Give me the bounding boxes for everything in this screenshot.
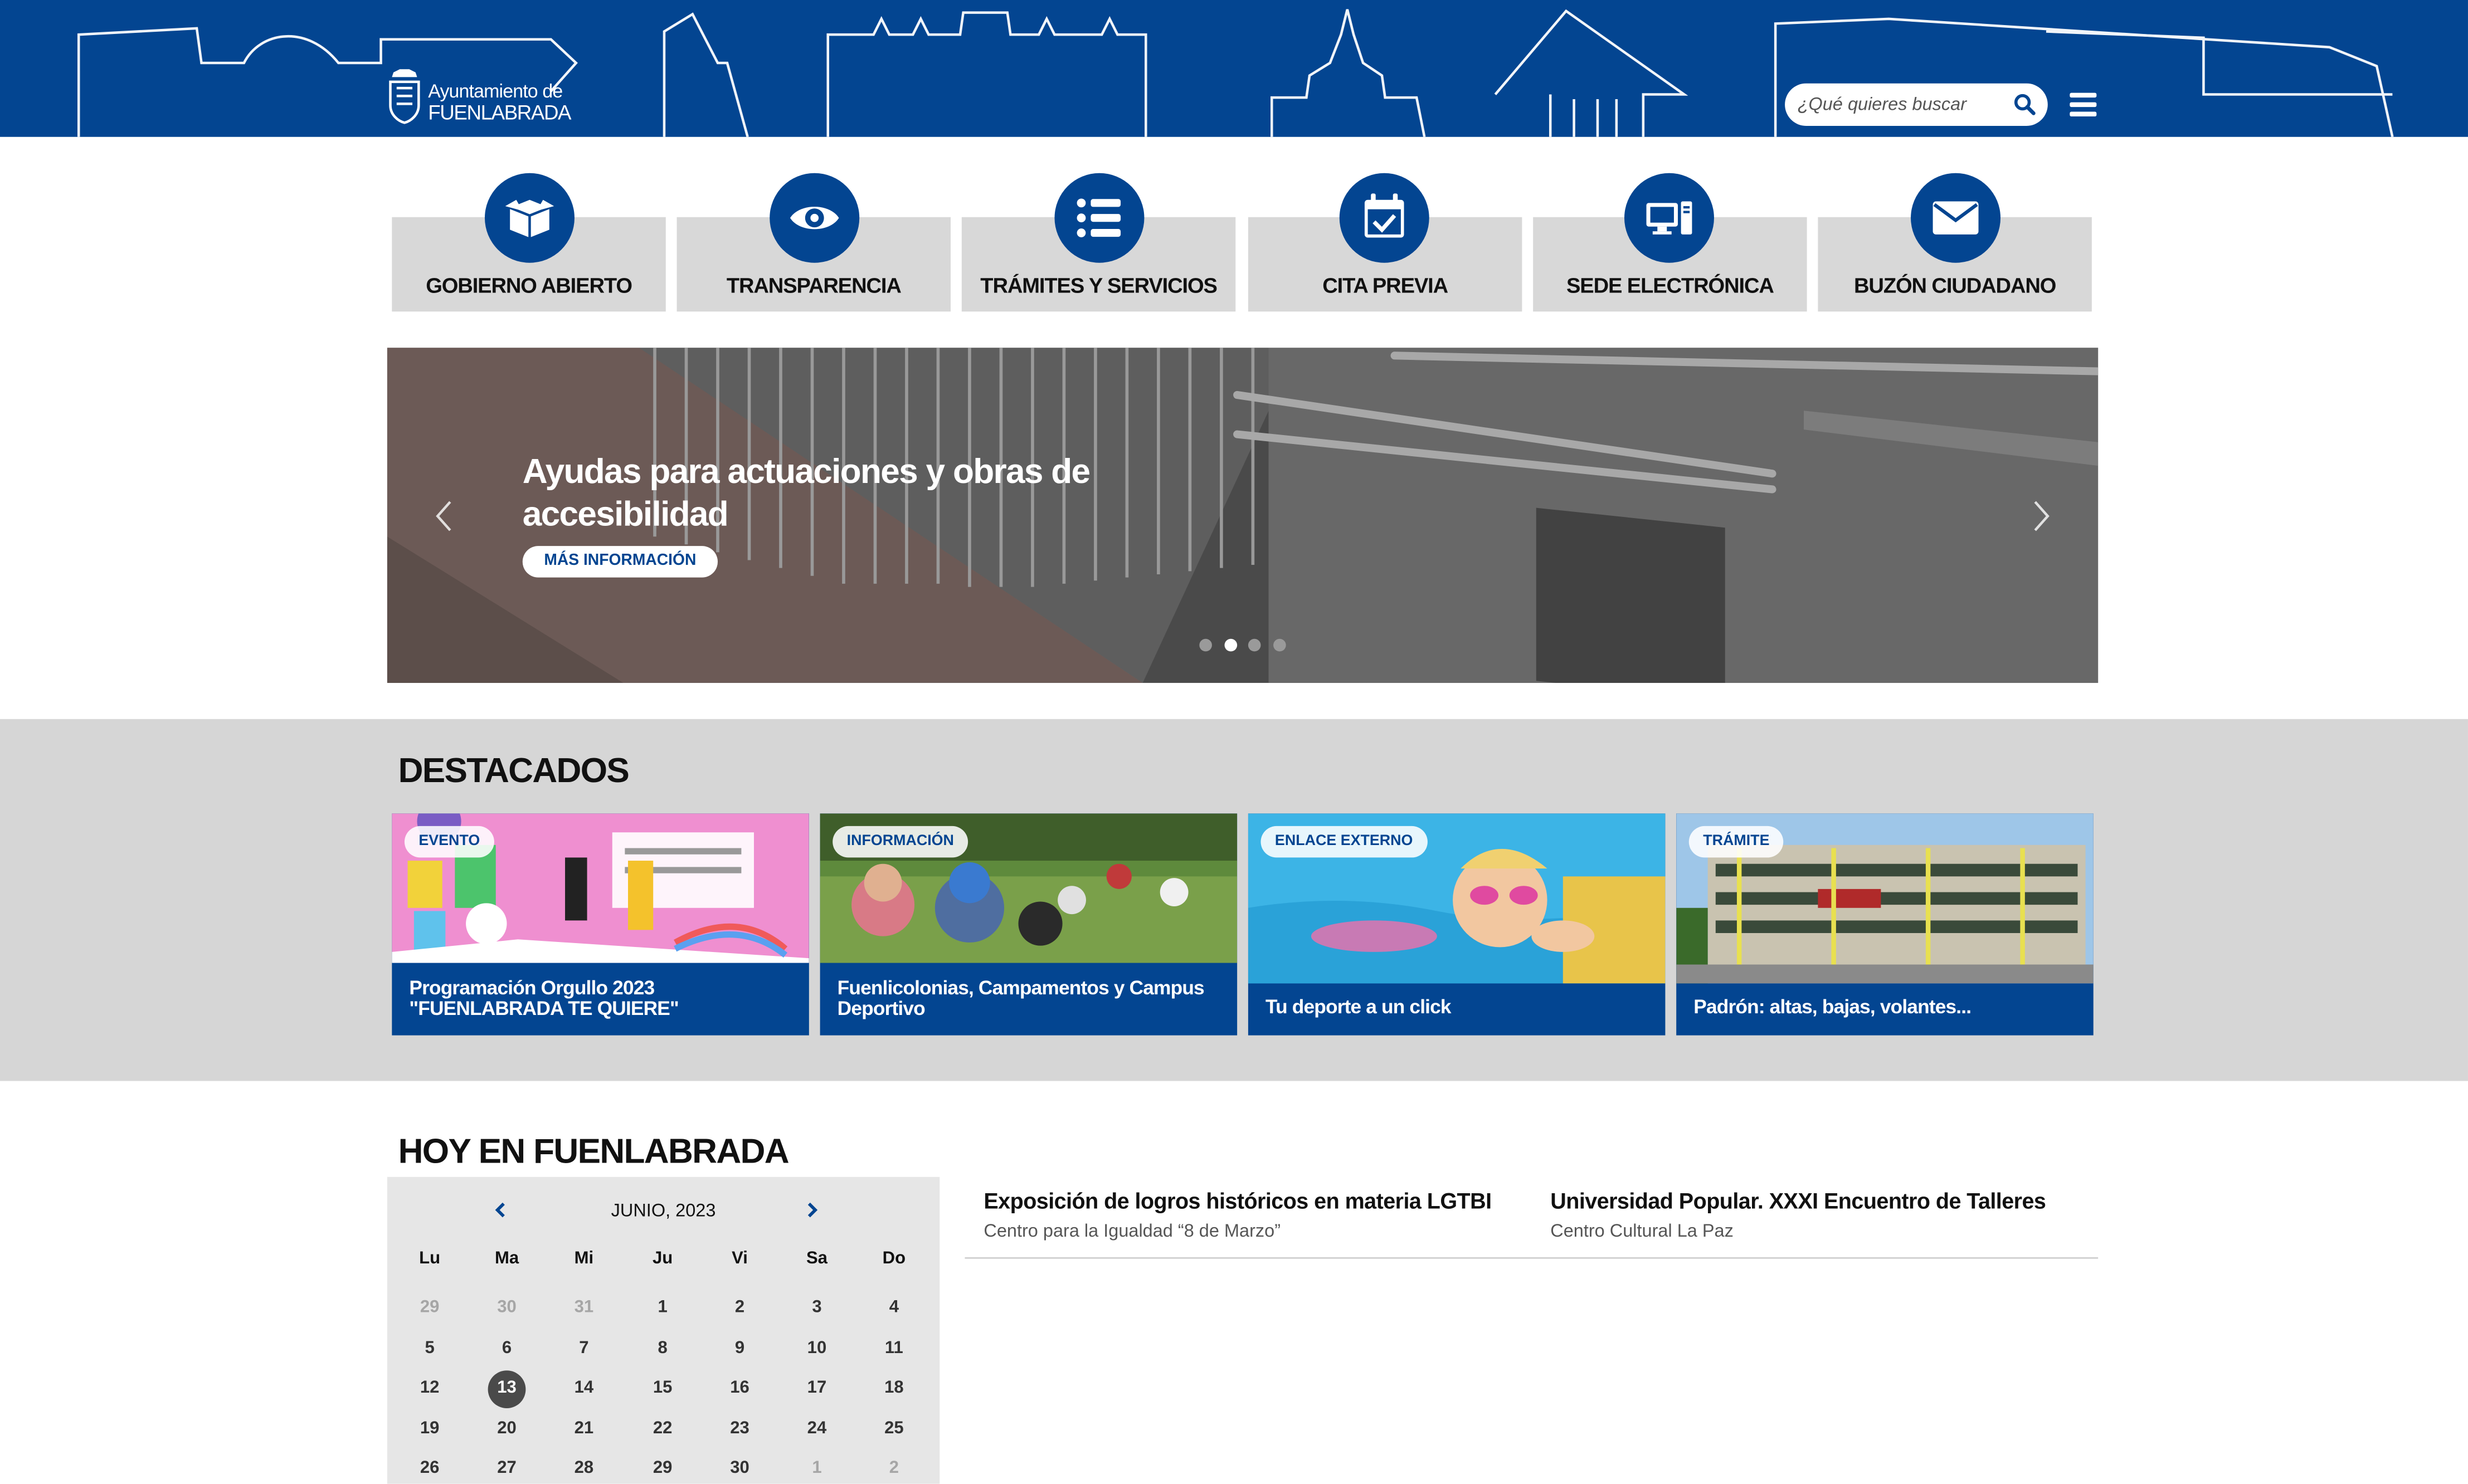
box-icon[interactable] <box>484 173 575 263</box>
card-title: Fuenlicolonias, Campamentos y Campus Dep… <box>837 977 1205 1020</box>
calendar-weekday: Vi <box>732 1249 748 1268</box>
card-badge: TRÁMITE <box>1688 826 1784 858</box>
event-place: Centro para la Igualdad “8 de Marzo” <box>984 1222 1281 1242</box>
section-title: DESTACADOS <box>398 750 630 790</box>
event-calendar: JUNIO, 2023 Lu Ma Mi Ju Vi Sa Do 29 30 31 1 2 3 4 5 6 7 8… <box>387 1177 940 1484</box>
calendar-day[interactable]: 19 <box>398 1418 461 1437</box>
hamburger-menu-icon[interactable] <box>2068 90 2100 118</box>
calendar-month-label: JUNIO, 2023 <box>611 1202 716 1221</box>
carousel-dot[interactable] <box>1199 638 1212 652</box>
quick-link-label: BUZÓN CIUDADANO <box>1854 274 2056 297</box>
carousel-next-arrow-icon[interactable] <box>2029 499 2054 533</box>
calendar-day[interactable]: 3 <box>785 1298 848 1317</box>
event-item[interactable]: Universidad Popular. XXXI Encuentro de T… <box>1550 1188 2046 1242</box>
calendar-day[interactable]: 8 <box>631 1338 694 1357</box>
calendar-day[interactable]: 22 <box>631 1418 694 1437</box>
hero-carousel: Ayudas para actuaciones y obras de acces… <box>387 348 2099 683</box>
carousel-dot-active[interactable] <box>1224 638 1238 652</box>
card-title: Tu deporte a un click <box>1265 995 1452 1018</box>
featured-card[interactable]: INFORMACIÓN Fuenlicolonias, Campamentos … <box>820 813 1238 1036</box>
calendar-day[interactable]: 23 <box>708 1418 771 1437</box>
logo-line2: FUENLABRADA <box>428 100 571 125</box>
calendar-day-today[interactable]: 13 <box>475 1378 538 1397</box>
calendar-day[interactable]: 10 <box>785 1338 848 1357</box>
destacados-section: DESTACADOS EVENTO Programación Orgullo 2… <box>0 719 2468 1081</box>
calendar-day[interactable]: 28 <box>552 1458 615 1477</box>
calendar-weekday: Ju <box>653 1249 673 1268</box>
card-title: Padrón: altas, bajas, volantes... <box>1693 995 1972 1018</box>
computer-icon[interactable] <box>1624 173 1714 263</box>
calendar-day[interactable]: 11 <box>863 1338 926 1357</box>
card-badge: INFORMACIÓN <box>833 826 968 858</box>
slide-title: Ayudas para actuaciones y obras de acces… <box>522 451 1091 534</box>
quick-link-label: GOBIERNO ABIERTO <box>426 274 632 297</box>
calendar-day[interactable]: 24 <box>785 1418 848 1437</box>
section-title: HOY EN FUENLABRADA <box>398 1131 790 1171</box>
calendar-day[interactable]: 14 <box>552 1378 615 1397</box>
calendar-weekday: Ma <box>494 1249 519 1268</box>
calendar-weekday: Mi <box>574 1249 594 1268</box>
event-title: Universidad Popular. XXXI Encuentro de T… <box>1550 1188 2046 1213</box>
calendar-day[interactable]: 27 <box>475 1458 538 1477</box>
calendar-day[interactable]: 7 <box>552 1338 615 1357</box>
divider <box>965 1257 2099 1259</box>
calendar-day[interactable]: 17 <box>785 1378 848 1397</box>
quick-link-label: CITA PREVIA <box>1322 274 1448 297</box>
card-title: Programación Orgullo 2023 "FUENLABRADA T… <box>409 977 679 1020</box>
calendar-day[interactable]: 26 <box>398 1458 461 1477</box>
calendar-weekday: Lu <box>419 1249 441 1268</box>
calendar-day[interactable]: 30 <box>708 1458 771 1477</box>
list-icon[interactable] <box>1054 173 1145 263</box>
coat-of-arms-icon <box>389 69 420 124</box>
calendar-weekday: Do <box>882 1249 906 1268</box>
calendar-day[interactable]: 25 <box>863 1418 926 1437</box>
calendar-day[interactable]: 20 <box>475 1418 538 1437</box>
event-item[interactable]: Exposición de logros históricos en mater… <box>984 1188 1492 1242</box>
envelope-icon[interactable] <box>1911 173 2001 263</box>
event-place: Centro Cultural La Paz <box>1550 1222 1734 1242</box>
calendar-day[interactable]: 9 <box>708 1338 771 1357</box>
calendar-day[interactable]: 21 <box>552 1418 615 1437</box>
event-title: Exposición de logros históricos en mater… <box>984 1188 1492 1213</box>
calendar-day[interactable]: 4 <box>863 1298 926 1317</box>
calendar-day[interactable]: 1 <box>785 1458 848 1477</box>
calendar-day[interactable]: 6 <box>475 1338 538 1357</box>
search-icon[interactable] <box>2013 93 2037 116</box>
calendar-next-month-icon[interactable] <box>803 1199 822 1221</box>
quick-link-label: TRÁMITES Y SERVICIOS <box>980 274 1218 297</box>
calendar-day[interactable]: 31 <box>552 1298 615 1317</box>
calendar-weekday: Sa <box>806 1249 827 1268</box>
calendar-day[interactable]: 12 <box>398 1378 461 1397</box>
quick-link-label: SEDE ELECTRÓNICA <box>1566 274 1774 297</box>
quick-link-label: TRANSPARENCIA <box>726 274 902 297</box>
calendar-day[interactable]: 29 <box>631 1458 694 1477</box>
calendar-check-icon[interactable] <box>1339 173 1429 263</box>
carousel-dot[interactable] <box>1248 638 1261 652</box>
featured-card[interactable]: EVENTO Programación Orgullo 2023 "FUENLA… <box>392 813 809 1036</box>
carousel-prev-arrow-icon[interactable] <box>431 499 456 533</box>
site-logo[interactable]: Ayuntamiento de FUENLABRADA <box>387 67 576 127</box>
card-badge: EVENTO <box>404 826 494 858</box>
calendar-day[interactable]: 2 <box>708 1298 771 1317</box>
calendar-day[interactable]: 18 <box>863 1378 926 1397</box>
search-box <box>1785 83 2048 126</box>
featured-card[interactable]: ENLACE EXTERNO Tu deporte a un click <box>1248 813 1666 1036</box>
calendar-day[interactable]: 2 <box>863 1458 926 1477</box>
calendar-day[interactable]: 15 <box>631 1378 694 1397</box>
carousel-dot[interactable] <box>1273 638 1286 652</box>
featured-card[interactable]: TRÁMITE Padrón: altas, bajas, volantes..… <box>1676 813 2094 1036</box>
calendar-day[interactable]: 1 <box>631 1298 694 1317</box>
more-info-button[interactable]: MÁS INFORMACIÓN <box>522 546 718 578</box>
logo-line1: Ayuntamiento de <box>428 80 563 102</box>
calendar-day[interactable]: 5 <box>398 1338 461 1357</box>
search-input[interactable] <box>1797 90 1999 120</box>
calendar-day[interactable]: 30 <box>475 1298 538 1317</box>
calendar-day[interactable]: 29 <box>398 1298 461 1317</box>
card-badge: ENLACE EXTERNO <box>1260 826 1427 858</box>
site-header: Ayuntamiento de FUENLABRADA <box>0 0 2468 137</box>
calendar-day[interactable]: 16 <box>708 1378 771 1397</box>
eye-icon[interactable] <box>770 173 860 263</box>
